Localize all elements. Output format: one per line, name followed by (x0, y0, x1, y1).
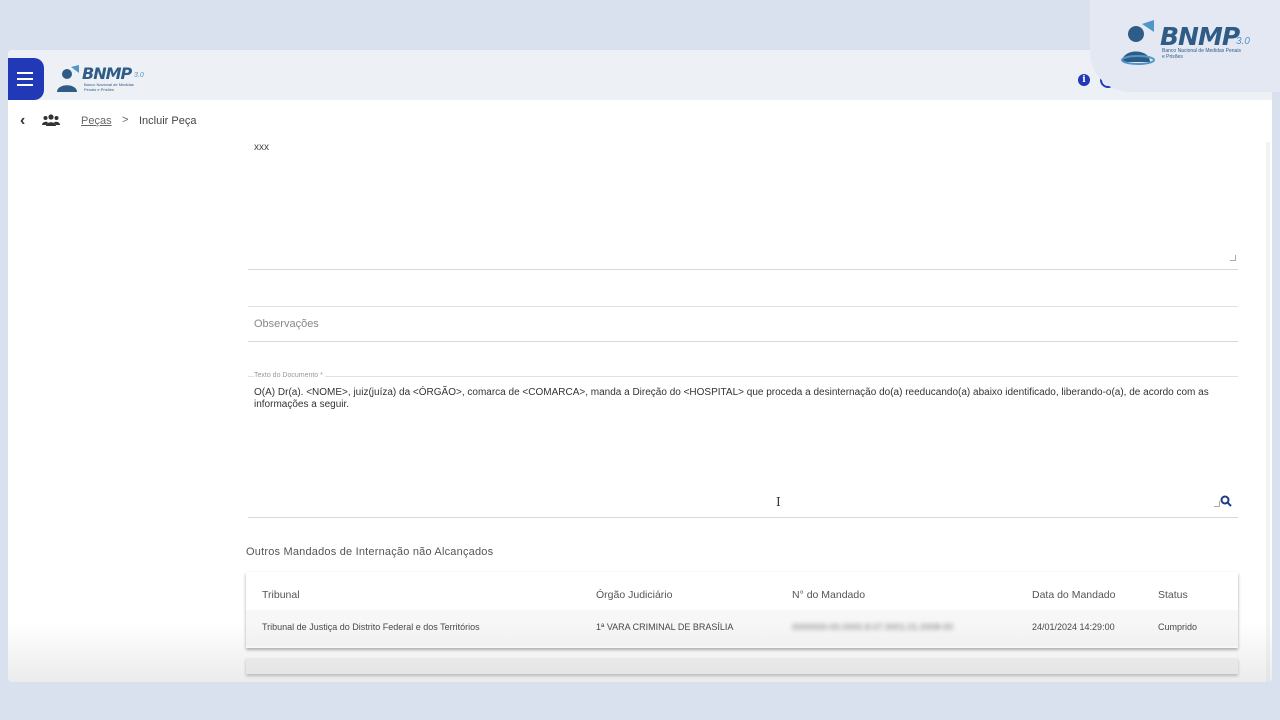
texto-documento-value: O(A) Dr(a). <NOME>, juiz(juíza) da <ÓRGÃ… (254, 387, 1209, 410)
observacoes-placeholder: Observações (254, 318, 319, 330)
search-icon[interactable] (1220, 495, 1232, 507)
observacoes-field[interactable]: Observações (248, 306, 1238, 342)
column-header-status: Status (1158, 589, 1188, 601)
cell-data: 24/01/2024 14:29:00 (1032, 622, 1115, 632)
person-logo-icon (1121, 20, 1155, 65)
table-row[interactable]: Tribunal de Justiça do Distrito Federal … (246, 610, 1238, 646)
cell-status: Cumprido (1158, 622, 1198, 632)
back-chevron-icon[interactable]: ‹ (20, 112, 25, 130)
column-header-data: Data do Mandado (1032, 589, 1116, 601)
app-logo[interactable]: BNMP 3.0 Banco Nacional de Medidas Penai… (56, 62, 156, 94)
cell-mandado: 0000000-00.0000.8.07.0001.01.0008-00 (792, 622, 954, 632)
app-window: BNMP 3.0 Banco Nacional de Medidas Penai… (8, 50, 1272, 682)
app-brand-version: 3.0 (134, 72, 144, 79)
breadcrumb-link-pecas[interactable]: Peças (81, 115, 112, 127)
resize-handle[interactable] (1230, 255, 1236, 261)
app-bar: BNMP 3.0 Banco Nacional de Medidas Penai… (8, 50, 1272, 100)
brand-tagline: Banco Nacional de Medidas Penais e Prisõ… (1162, 48, 1241, 60)
menu-icon (17, 70, 33, 88)
app-brand-name: BNMP (82, 64, 132, 83)
section-title: Outros Mandados de Internação não Alcanç… (246, 546, 494, 558)
corner-brand-logo: BNMP 3.0 Banco Nacional de Medidas Penai… (1090, 0, 1280, 92)
main-content: xxx Observações Texto do Documento * O(A… (8, 142, 1272, 682)
previous-textarea-value: xxx (254, 142, 269, 153)
cell-orgao: 1ª VARA CRIMINAL DE BRASÍLIA (596, 622, 734, 632)
texto-documento-label: Texto do Documento * (254, 372, 325, 379)
breadcrumb: ‹ Peças > Incluir Peça (8, 100, 1272, 142)
brand-name: BNMP (1160, 22, 1240, 51)
info-icon[interactable]: i (1078, 74, 1090, 86)
previous-textarea[interactable]: xxx (248, 142, 1238, 270)
menu-button[interactable] (8, 58, 44, 100)
breadcrumb-separator: > (122, 114, 129, 126)
secondary-table (246, 658, 1238, 674)
people-icon (42, 114, 60, 126)
person-logo-icon (57, 65, 79, 92)
cell-tribunal: Tribunal de Justiça do Distrito Federal … (262, 622, 480, 632)
app-brand-tagline: Banco Nacional de Medidas Penais e Prisõ… (84, 82, 134, 92)
column-header-orgao: Órgão Judiciário (596, 589, 673, 601)
text-cursor-icon: I (776, 495, 781, 509)
column-header-tribunal: Tribunal (262, 589, 300, 601)
texto-documento-field[interactable]: Texto do Documento * O(A) Dr(a). <NOME>,… (248, 372, 1238, 518)
scrollbar[interactable] (1266, 142, 1270, 682)
brand-version: 3.0 (1236, 36, 1250, 47)
breadcrumb-current: Incluir Peça (139, 115, 197, 127)
mandados-table: Tribunal Órgão Judiciário N° do Mandado … (246, 572, 1238, 648)
column-header-mandado: N° do Mandado (792, 589, 866, 601)
